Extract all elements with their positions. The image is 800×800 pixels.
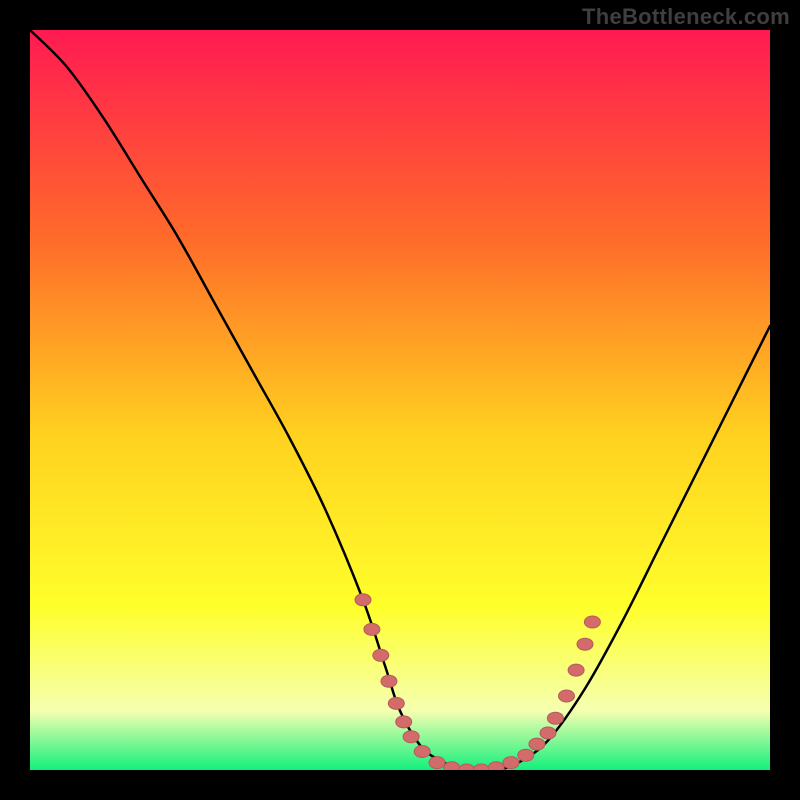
data-marker bbox=[518, 749, 534, 761]
data-marker bbox=[373, 649, 389, 661]
data-marker bbox=[396, 716, 412, 728]
data-marker bbox=[488, 762, 504, 770]
bottleneck-chart bbox=[30, 30, 770, 770]
data-marker bbox=[364, 623, 380, 635]
watermark-label: TheBottleneck.com bbox=[582, 4, 790, 30]
data-marker bbox=[414, 746, 430, 758]
data-marker bbox=[403, 731, 419, 743]
data-marker bbox=[547, 712, 563, 724]
data-marker bbox=[444, 762, 460, 770]
data-marker bbox=[584, 616, 600, 628]
data-marker bbox=[540, 727, 556, 739]
data-marker bbox=[577, 638, 593, 650]
data-marker bbox=[568, 664, 584, 676]
data-marker bbox=[559, 690, 575, 702]
data-marker bbox=[381, 675, 397, 687]
data-marker bbox=[388, 697, 404, 709]
data-marker bbox=[503, 757, 519, 769]
plot-area bbox=[30, 30, 770, 770]
chart-frame: TheBottleneck.com bbox=[0, 0, 800, 800]
data-marker bbox=[529, 738, 545, 750]
data-marker bbox=[355, 594, 371, 606]
gradient-background bbox=[30, 30, 770, 770]
data-marker bbox=[429, 757, 445, 769]
